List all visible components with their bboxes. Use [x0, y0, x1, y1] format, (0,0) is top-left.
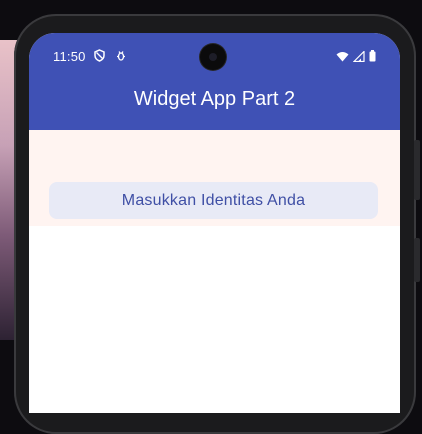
- status-time: 11:50: [53, 49, 86, 64]
- debug-icon: [116, 49, 126, 67]
- app-bar: Widget App Part 2: [29, 79, 400, 130]
- volume-button: [414, 140, 420, 200]
- battery-icon: [369, 49, 376, 67]
- front-camera: [200, 44, 226, 70]
- enter-identity-button[interactable]: Masukkan Identitas Anda: [49, 182, 378, 219]
- content-card-area: Masukkan Identitas Anda: [29, 130, 400, 226]
- shield-icon: [93, 49, 106, 67]
- power-button: [414, 238, 420, 282]
- app-bar-title: Widget App Part 2: [133, 88, 296, 110]
- status-left-icons: [93, 49, 126, 67]
- enter-identity-button-label: Masukkan Identitas Anda: [121, 191, 306, 209]
- status-bar: 11:50: [29, 33, 400, 79]
- phone-screen: 11:50 Widget App Part 2 Masukkan Identit…: [29, 33, 400, 413]
- wifi-icon: [336, 49, 349, 67]
- signal-icon: [352, 49, 365, 67]
- status-right-icons: [336, 49, 376, 67]
